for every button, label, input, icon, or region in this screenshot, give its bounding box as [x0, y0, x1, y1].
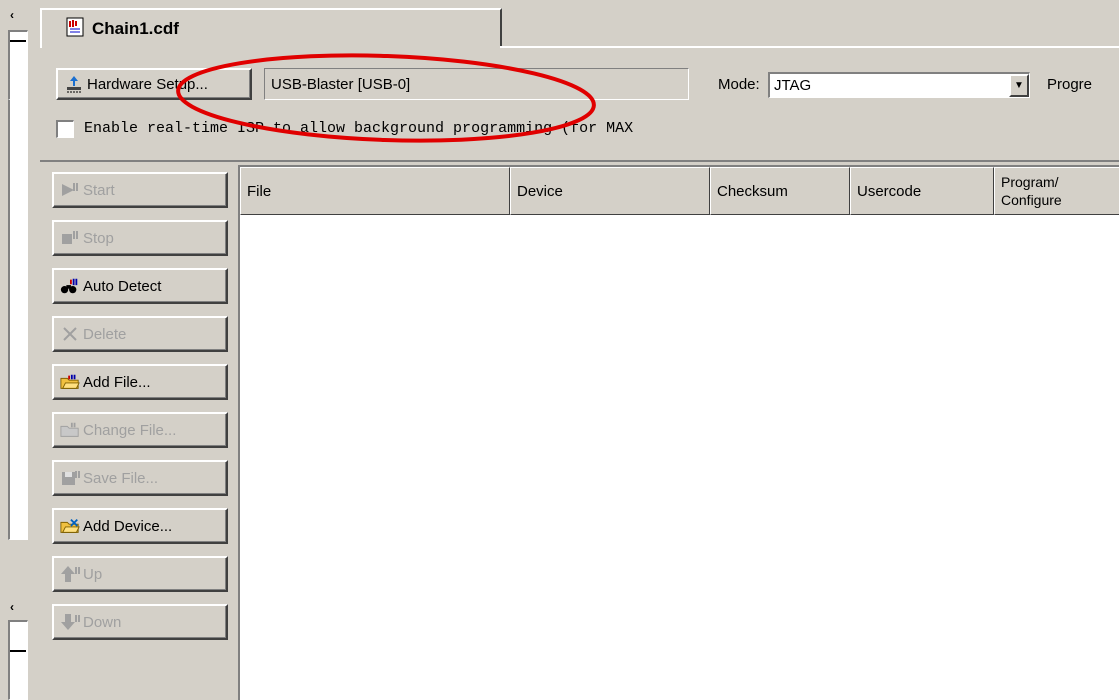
- column-header-label: Usercode: [857, 182, 922, 200]
- add-file-label: Add File...: [83, 373, 151, 391]
- column-header-device[interactable]: Device: [510, 167, 710, 215]
- save-file-icon: [60, 468, 80, 488]
- add-device-icon: [60, 516, 80, 536]
- left-panel-box: [8, 100, 28, 540]
- stop-icon: [60, 228, 80, 248]
- tab-label: Chain1.cdf: [92, 19, 179, 38]
- change-file-icon: [60, 420, 80, 440]
- scroll-left-arrow-icon[interactable]: ‹: [10, 600, 14, 614]
- down-button[interactable]: Down: [52, 604, 228, 640]
- delete-label: Delete: [83, 325, 127, 343]
- hardware-icon: [64, 74, 84, 94]
- add-file-icon: [60, 372, 80, 392]
- down-icon: [60, 612, 80, 632]
- device-chain-table[interactable]: File Device Checksum Usercode Program/ C…: [238, 165, 1119, 700]
- stop-label: Stop: [83, 229, 114, 247]
- delete-button[interactable]: Delete: [52, 316, 228, 352]
- save-file-button[interactable]: Save File...: [52, 460, 228, 496]
- auto-detect-label: Auto Detect: [83, 277, 162, 295]
- start-icon: [60, 180, 80, 200]
- mode-select[interactable]: JTAG ▼: [768, 72, 1030, 98]
- column-header-label: Checksum: [717, 182, 788, 200]
- start-label: Start: [83, 181, 115, 199]
- change-file-button[interactable]: Change File...: [52, 412, 228, 448]
- delete-icon: [60, 324, 80, 344]
- change-file-label: Change File...: [83, 421, 177, 439]
- cdf-file-icon: [66, 17, 84, 41]
- column-header-program-configure[interactable]: Program/ Configure: [994, 167, 1119, 215]
- column-header-label: Device: [517, 182, 563, 200]
- add-file-button[interactable]: Add File...: [52, 364, 228, 400]
- divider: [10, 650, 26, 652]
- down-label: Down: [83, 613, 122, 631]
- up-button[interactable]: Up: [52, 556, 228, 592]
- column-header-label: Program/ Configure: [1001, 174, 1062, 208]
- progress-label: Progre: [1047, 76, 1093, 93]
- up-label: Up: [83, 565, 103, 583]
- column-header-usercode[interactable]: Usercode: [850, 167, 994, 215]
- chevron-down-icon[interactable]: ▼: [1009, 74, 1029, 97]
- add-device-label: Add Device...: [83, 517, 173, 535]
- save-file-label: Save File...: [83, 469, 159, 487]
- auto-detect-icon: [60, 276, 80, 296]
- mode-label: Mode:: [718, 76, 760, 93]
- start-button[interactable]: Start: [52, 172, 228, 208]
- mode-value: JTAG: [774, 77, 812, 94]
- tab-chain1-cdf[interactable]: Chain1.cdf: [40, 8, 502, 48]
- auto-detect-button[interactable]: Auto Detect: [52, 268, 228, 304]
- left-panel-box: [8, 620, 28, 700]
- column-header-label: File: [247, 182, 272, 200]
- stop-button[interactable]: Stop: [52, 220, 228, 256]
- highlight-ellipse-annotation: [176, 53, 596, 143]
- column-header-checksum[interactable]: Checksum: [710, 167, 850, 215]
- add-device-button[interactable]: Add Device...: [52, 508, 228, 544]
- divider: [40, 160, 1119, 162]
- divider: [10, 40, 26, 42]
- up-icon: [60, 564, 80, 584]
- scroll-left-arrow-icon[interactable]: ‹: [10, 8, 14, 22]
- left-panel-edge: ‹ ‹: [0, 0, 34, 700]
- isp-checkbox[interactable]: [56, 120, 74, 138]
- column-header-file[interactable]: File: [240, 167, 510, 215]
